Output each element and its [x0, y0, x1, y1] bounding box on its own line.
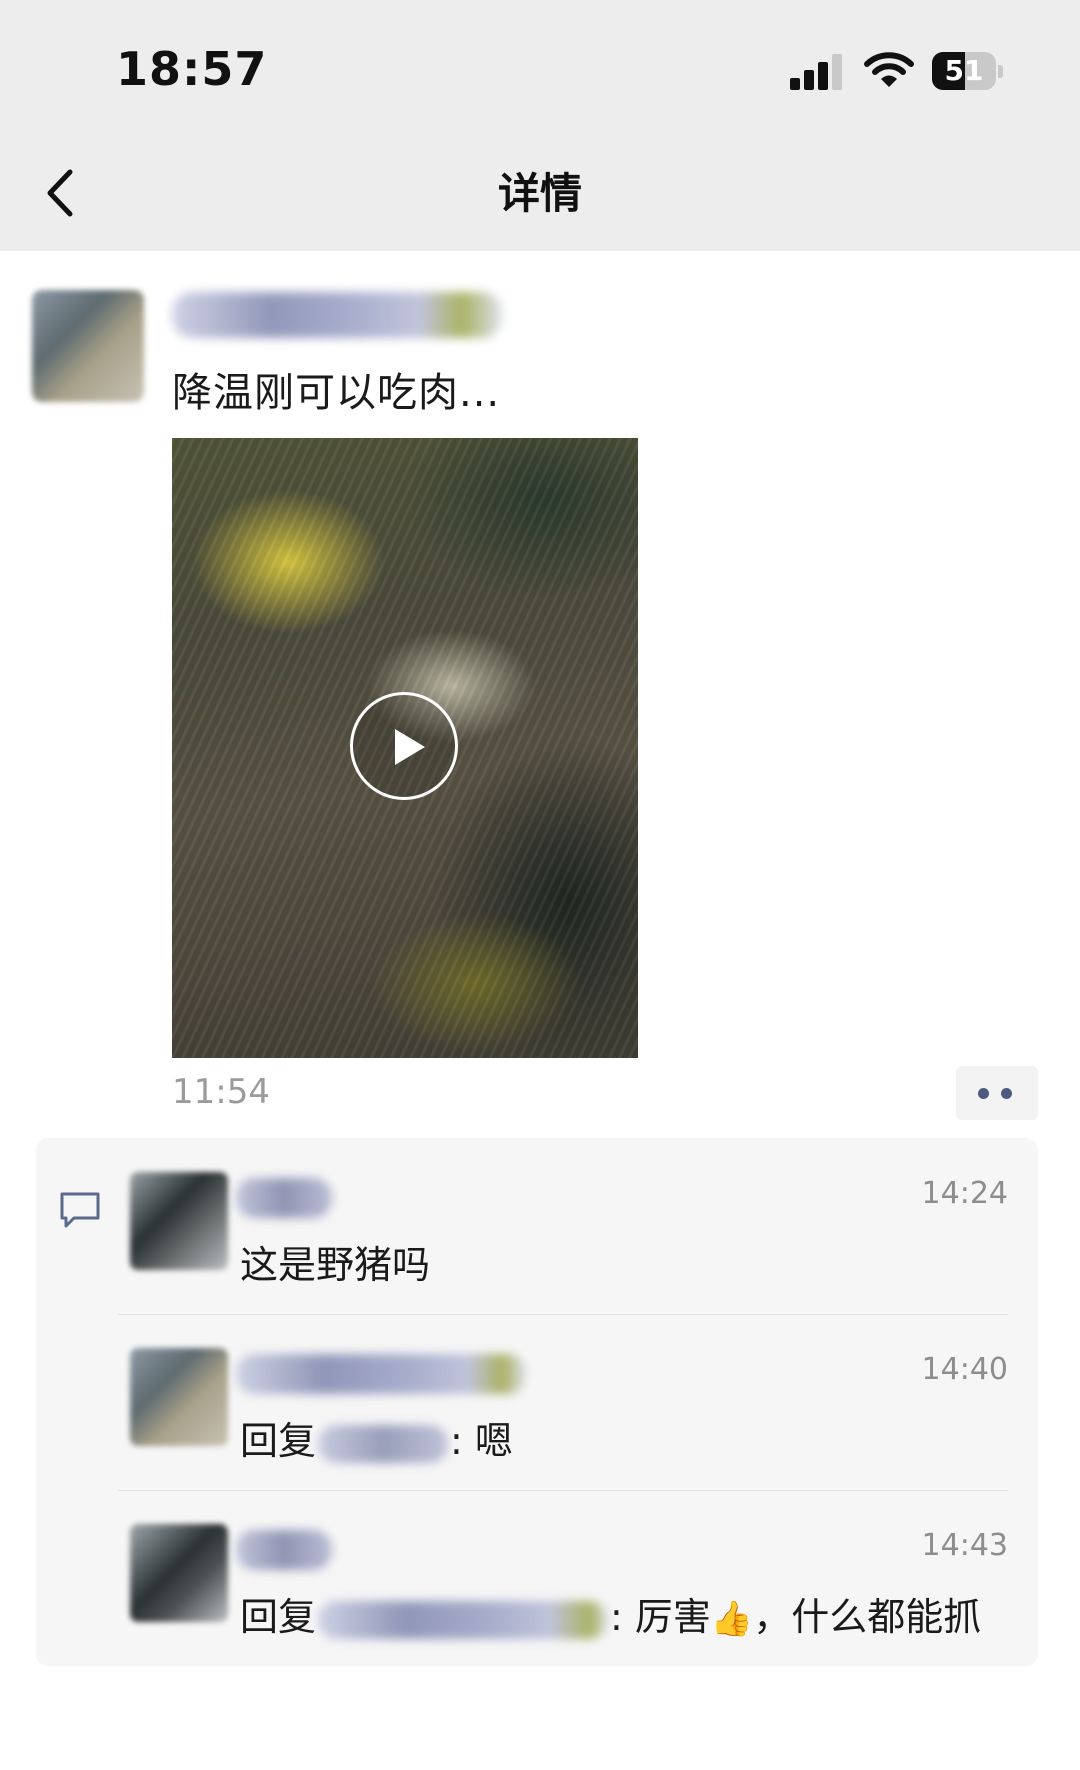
comment-text: 这是野猪吗: [240, 1243, 431, 1287]
commenter-name-blurred[interactable]: [236, 1178, 332, 1218]
post-text: 降温刚可以吃肉...: [172, 370, 501, 416]
page-title: 详情: [497, 169, 582, 218]
reply-prefix: 回复: [240, 1419, 317, 1463]
comment-item: 14:24 这是野猪吗: [36, 1138, 1038, 1314]
comment-item: 14:40 回复 : 嗯: [36, 1314, 1038, 1490]
comments-section: 14:24 这是野猪吗 14:40 回复 : 嗯 14:43 回复 : 厉害👍，什么…: [36, 1138, 1038, 1666]
battery-icon: 51: [932, 52, 1004, 92]
reply-text: : 厉害: [610, 1595, 711, 1639]
commenter-avatar[interactable]: [130, 1172, 228, 1270]
commenter-name-blurred[interactable]: [236, 1530, 332, 1570]
status-bar: 18:57 51: [0, 0, 1080, 136]
reply-suffix: ，什么都能抓: [753, 1595, 982, 1639]
post-time: 11:54: [172, 1072, 270, 1112]
wifi-icon: [864, 52, 914, 87]
commenter-name-blurred[interactable]: [236, 1354, 526, 1394]
post-author-avatar[interactable]: [32, 290, 144, 402]
comment-text: 回复 : 厉害👍，什么都能抓: [240, 1586, 981, 1641]
play-icon: [395, 729, 425, 765]
status-time: 18:57: [116, 42, 268, 96]
more-dots-icon: [978, 1088, 989, 1099]
battery-level: 51: [944, 54, 984, 87]
back-button[interactable]: [34, 160, 94, 226]
comment-item: 14:43 回复 : 厉害👍，什么都能抓: [36, 1490, 1038, 1666]
comment-time: 14:43: [921, 1528, 1008, 1563]
reply-prefix: 回复: [240, 1595, 317, 1639]
play-button[interactable]: [350, 692, 458, 800]
reply-text: : 嗯: [450, 1419, 513, 1463]
chevron-left-icon: [47, 169, 73, 217]
cellular-signal-icon: [790, 54, 842, 90]
commenter-avatar[interactable]: [130, 1348, 228, 1446]
comment-time: 14:40: [921, 1352, 1008, 1387]
nav-bar: 详情: [0, 136, 1080, 251]
reply-target-blurred[interactable]: [318, 1424, 449, 1463]
post-author-name-blurred[interactable]: [172, 292, 502, 338]
comment-time: 14:24: [921, 1176, 1008, 1211]
more-actions-button[interactable]: [956, 1066, 1038, 1120]
commenter-avatar[interactable]: [130, 1524, 228, 1622]
thumbs-up-icon: 👍: [710, 1599, 754, 1639]
video-thumbnail[interactable]: [172, 438, 638, 1058]
reply-target-blurred[interactable]: [318, 1600, 609, 1639]
comment-text: 回复 : 嗯: [240, 1410, 513, 1465]
